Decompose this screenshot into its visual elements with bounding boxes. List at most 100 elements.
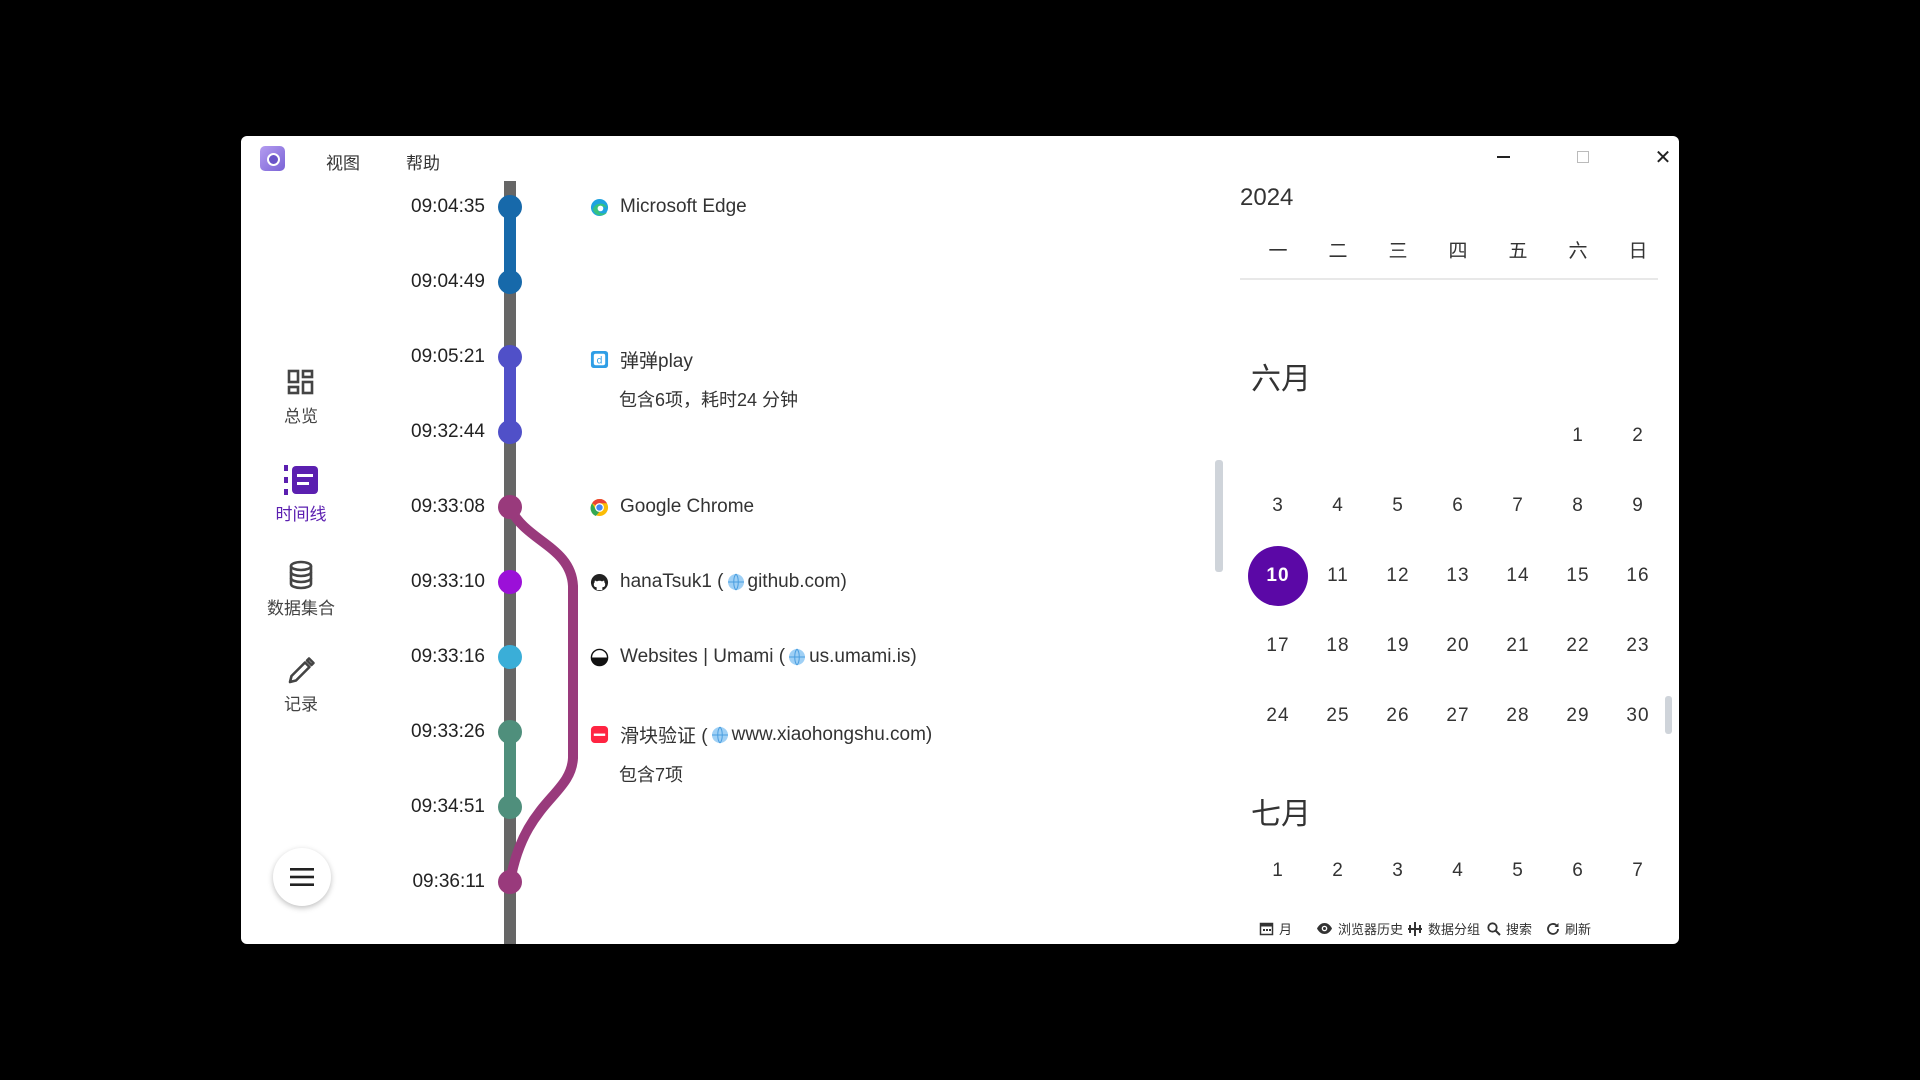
timeline-entry-xiaohongshu[interactable]: 滑块验证 ( www.xiaohongshu.com) xyxy=(590,721,932,748)
entry-title: hanaTsuk1 ( xyxy=(620,571,724,592)
maximize-button[interactable] xyxy=(1559,142,1607,172)
calendar-day[interactable]: 1 xyxy=(1248,841,1308,901)
chrome-branch xyxy=(505,502,578,887)
timeline-node[interactable] xyxy=(498,870,522,894)
entry-summary: 包含6项，耗时24 分钟 xyxy=(619,390,799,410)
time-label: 09:33:08 xyxy=(411,496,485,517)
calendar-day-label: 27 xyxy=(1248,272,1308,276)
close-button[interactable]: ✕ xyxy=(1639,142,1679,172)
calendar-day[interactable]: 22 xyxy=(1548,616,1608,676)
refresh-icon xyxy=(1547,922,1559,935)
entry-title: Websites | Umami ( xyxy=(620,646,786,667)
calendar-day[interactable]: 7 xyxy=(1488,476,1548,536)
timeline-node[interactable] xyxy=(498,270,522,294)
calendar-day[interactable]: 23 xyxy=(1608,616,1668,676)
time-label: 09:32:44 xyxy=(411,421,485,442)
calendar-day[interactable]: 27 xyxy=(1428,686,1488,746)
calendar-day[interactable]: 11 xyxy=(1308,546,1368,606)
weekday-header: 一 xyxy=(1268,241,1288,262)
calendar-day[interactable]: 8 xyxy=(1548,476,1608,536)
weekday-header: 二 xyxy=(1328,241,1348,262)
entry-summary: 包含7项 xyxy=(619,765,684,785)
timeline-node[interactable] xyxy=(498,495,522,519)
calendar-day[interactable]: 4 xyxy=(1428,841,1488,901)
calendar-day[interactable]: 20 xyxy=(1428,616,1488,676)
calendar-day[interactable]: 21 xyxy=(1488,616,1548,676)
weekday-header: 三 xyxy=(1388,241,1408,262)
month-view-button[interactable]: 月 xyxy=(1259,919,1292,938)
timeline-entry-dandanplay[interactable]: d 弹弹play xyxy=(590,346,693,373)
browser-history-button[interactable]: 浏览器历史 xyxy=(1316,919,1403,938)
calendar-day[interactable]: 24 xyxy=(1248,686,1308,746)
timeline-node[interactable] xyxy=(498,420,522,444)
calendar-day[interactable]: 12 xyxy=(1368,546,1428,606)
timeline-node[interactable] xyxy=(498,345,522,369)
calendar-day[interactable]: 2 xyxy=(1308,841,1368,901)
calendar-day[interactable]: 19 xyxy=(1368,616,1428,676)
calendar-day[interactable]: 25 xyxy=(1308,686,1368,746)
calendar-day-label: 31 xyxy=(1488,272,1548,276)
calendar-day[interactable]: 18 xyxy=(1308,616,1368,676)
entry-title: Microsoft Edge xyxy=(620,196,747,217)
time-label: 09:36:11 xyxy=(412,871,485,892)
calendar-day[interactable]: 5 xyxy=(1488,841,1548,901)
calendar-day[interactable]: 13 xyxy=(1428,546,1488,606)
calendar-icon xyxy=(1259,922,1274,936)
calendar-day[interactable]: 5 xyxy=(1368,476,1428,536)
calendar-day[interactable]: 1 xyxy=(1548,406,1608,466)
calendar-day-label: 30 xyxy=(1428,272,1488,276)
calendar-day[interactable]: 30 xyxy=(1608,686,1668,746)
calendar-day[interactable]: 28 xyxy=(1488,686,1548,746)
calendar-day[interactable]: 14 xyxy=(1488,546,1548,606)
timeline-node[interactable] xyxy=(498,720,522,744)
search-icon xyxy=(1487,921,1501,936)
calendar-day[interactable]: 3 xyxy=(1248,476,1308,536)
data-group-button[interactable]: 数据分组 xyxy=(1407,919,1480,938)
calendar-day[interactable]: 6 xyxy=(1428,476,1488,536)
calendar-day[interactable]: 6 xyxy=(1548,841,1608,901)
calendar-day[interactable]: 9 xyxy=(1608,476,1668,536)
timeline-scrollbar[interactable] xyxy=(1215,460,1223,572)
calendar-day[interactable]: 29 xyxy=(1548,686,1608,746)
calendar-day-label: 28 xyxy=(1308,272,1368,276)
timeline-node[interactable] xyxy=(498,570,522,594)
timeline-node[interactable] xyxy=(498,795,522,819)
calendar-day[interactable]: 3 xyxy=(1368,841,1428,901)
timeline-node[interactable] xyxy=(498,195,522,219)
calendar-day-selected[interactable]: 10 xyxy=(1248,546,1308,606)
browser-history-label: 浏览器历史 xyxy=(1338,922,1404,937)
weekday-header: 四 xyxy=(1448,241,1468,262)
refresh-button[interactable]: 刷新 xyxy=(1546,919,1591,938)
globe-icon xyxy=(711,726,728,743)
time-label: 09:33:10 xyxy=(411,571,485,592)
entry-title: 滑块验证 ( xyxy=(620,726,708,747)
search-button[interactable]: 搜索 xyxy=(1487,919,1532,938)
timeline-entry-chrome[interactable]: Google Chrome xyxy=(590,496,754,518)
weekday-header: 五 xyxy=(1508,241,1528,262)
refresh-label: 刷新 xyxy=(1565,922,1592,937)
xiaohongshu-icon xyxy=(590,725,609,744)
weekday-header: 六 xyxy=(1568,241,1588,262)
timeline-node[interactable] xyxy=(498,645,522,669)
entry-domain: us.umami.is) xyxy=(809,646,917,667)
calendar-day[interactable]: 26 xyxy=(1368,686,1428,746)
timeline-entry-umami[interactable]: Websites | Umami ( us.umami.is) xyxy=(590,646,917,668)
calendar-day[interactable]: 4 xyxy=(1308,476,1368,536)
search-label: 搜索 xyxy=(1506,922,1533,937)
calendar-day[interactable]: 2 xyxy=(1608,406,1668,466)
timeline-entry-github[interactable]: hanaTsuk1 ( github.com) xyxy=(590,571,847,593)
time-label: 09:33:26 xyxy=(411,721,485,742)
month-view-label: 月 xyxy=(1279,922,1293,937)
calendar-day[interactable]: 16 xyxy=(1608,546,1668,606)
timeline-entry-edge[interactable]: Microsoft Edge xyxy=(590,196,747,218)
calendar-day[interactable]: 17 xyxy=(1248,616,1308,676)
time-label: 09:33:16 xyxy=(411,646,485,667)
time-label: 09:04:35 xyxy=(411,196,485,217)
calendar-day[interactable]: 7 xyxy=(1608,841,1668,901)
entry-domain: github.com) xyxy=(747,571,847,592)
calendar-header-divider xyxy=(1240,278,1658,280)
weekday-header: 日 xyxy=(1628,241,1648,262)
minimize-button[interactable] xyxy=(1479,142,1527,172)
entry-domain: www.xiaohongshu.com) xyxy=(731,723,933,745)
calendar-day[interactable]: 15 xyxy=(1548,546,1608,606)
